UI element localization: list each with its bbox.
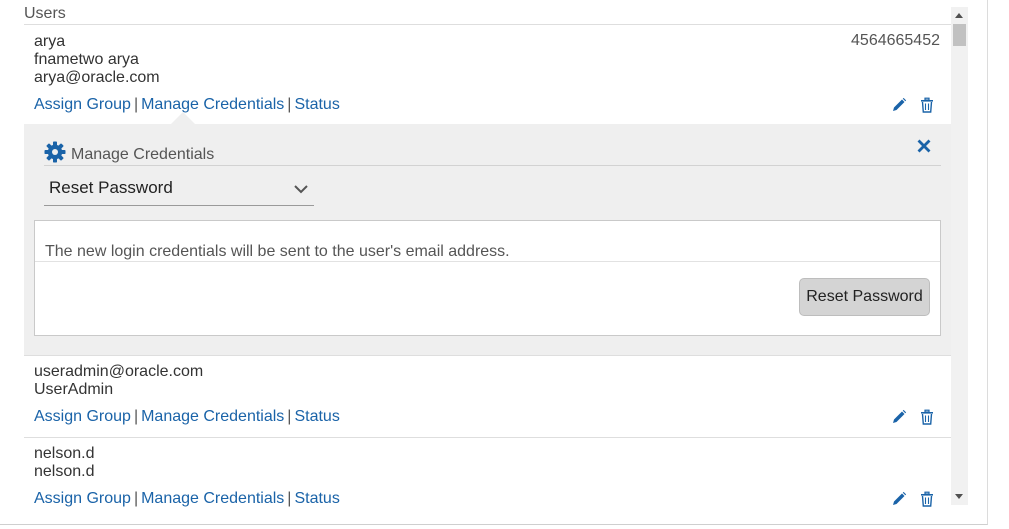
row-actions [891, 97, 935, 113]
credentials-divider [44, 165, 941, 166]
row-divider [24, 355, 951, 356]
credential-action-select[interactable]: Reset Password [44, 172, 314, 206]
pencil-icon[interactable] [891, 491, 907, 507]
pencil-icon[interactable] [891, 97, 907, 113]
scroll-down-arrow-icon[interactable] [955, 494, 963, 499]
scroll-up-arrow-icon[interactable] [955, 13, 963, 18]
manage-credentials-link[interactable]: Manage Credentials [141, 96, 284, 113]
user-login: nelson.d [34, 445, 95, 462]
user-action-links: Assign Group | Manage Credentials | Status [34, 408, 340, 426]
assign-group-link[interactable]: Assign Group [34, 490, 131, 507]
row-actions [891, 409, 935, 425]
user-phone: 4564665452 [851, 32, 940, 49]
link-separator: | [133, 490, 139, 507]
form-divider [35, 261, 940, 262]
gear-icon [44, 141, 66, 163]
user-row-nelson: nelson.d nelson.d Assign Group | Manage Cr… [24, 437, 951, 507]
status-link[interactable]: Status [294, 96, 339, 113]
link-separator: | [133, 96, 139, 113]
assign-group-link[interactable]: Assign Group [34, 408, 131, 425]
user-action-links: Assign Group | Manage Credentials | Status [34, 490, 340, 507]
status-link[interactable]: Status [294, 490, 339, 507]
reset-password-button[interactable]: Reset Password [799, 278, 930, 316]
user-full-name: fnametwo arya [34, 51, 139, 68]
pencil-icon[interactable] [891, 409, 907, 425]
reset-password-form: The new login credentials will be sent t… [34, 220, 941, 336]
link-separator: | [133, 408, 139, 425]
manage-credentials-header: Manage Credentials [44, 140, 214, 164]
manage-credentials-panel: Manage Credentials Reset Password The ne… [24, 112, 951, 355]
user-email: arya@oracle.com [34, 69, 160, 86]
scroll-thumb[interactable] [953, 24, 966, 46]
row-divider [24, 437, 951, 438]
user-login: arya [34, 33, 66, 50]
users-panel: Users arya fnametwo arya arya@oracle.com… [0, 0, 988, 525]
manage-credentials-link[interactable]: Manage Credentials [141, 490, 284, 507]
row-actions [891, 491, 935, 507]
link-separator: | [287, 408, 292, 425]
users-heading: Users [24, 5, 66, 22]
credential-action-selected: Reset Password [49, 178, 173, 197]
trash-icon[interactable] [919, 97, 935, 113]
panel-pointer [171, 112, 195, 124]
user-login: useradmin@oracle.com [34, 363, 204, 380]
trash-icon[interactable] [919, 491, 935, 507]
user-row-arya: arya fnametwo arya arya@oracle.com 45646… [24, 25, 951, 124]
user-row-useradmin: useradmin@oracle.com UserAdmin Assign Gr… [24, 355, 951, 437]
vertical-scrollbar[interactable] [951, 7, 968, 505]
assign-group-link[interactable]: Assign Group [34, 96, 131, 113]
user-full-name: UserAdmin [34, 381, 114, 398]
trash-icon[interactable] [919, 409, 935, 425]
manage-credentials-link[interactable]: Manage Credentials [141, 408, 284, 425]
user-full-name: nelson.d [34, 463, 95, 480]
link-separator: | [287, 490, 292, 507]
status-link[interactable]: Status [294, 408, 339, 425]
chevron-down-icon [294, 182, 308, 196]
reset-password-message: The new login credentials will be sent t… [45, 243, 510, 260]
manage-credentials-title: Manage Credentials [71, 146, 215, 163]
close-icon[interactable] [917, 139, 931, 153]
link-separator: | [287, 96, 292, 113]
